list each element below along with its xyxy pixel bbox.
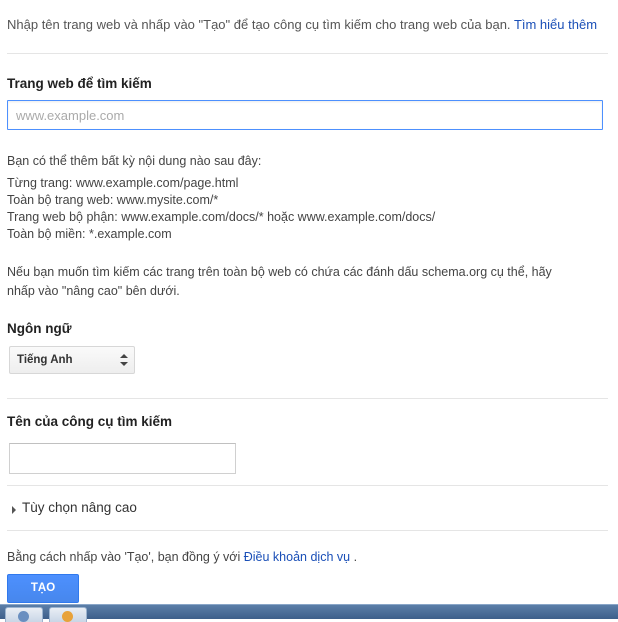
terms-suffix: . [353,550,358,564]
create-button[interactable]: TẠO [7,574,79,603]
help-line-page: Từng trang: www.example.com/page.html [7,176,239,190]
language-label: Ngôn ngữ [7,321,72,336]
advanced-options-toggle[interactable]: Tùy chọn nâng cao [12,500,137,515]
sites-label: Trang web để tìm kiếm [7,76,152,91]
intro-message: Nhập tên trang web và nhấp vào "Tạo" để … [7,17,511,32]
terms-of-service-link[interactable]: Điều khoản dịch vụ [244,550,350,564]
divider [7,530,608,531]
taskbar-app-button[interactable] [5,607,43,622]
triangle-right-icon [12,505,16,514]
taskbar-app-button[interactable] [49,607,87,622]
schema-note-line-1: Nếu bạn muốn tìm kiếm các trang trên toà… [7,265,552,279]
divider [7,53,608,54]
app-icon [18,611,29,622]
intro-text: Nhập tên trang web và nhấp vào "Tạo" để … [7,17,597,32]
terms-prefix: Bằng cách nhấp vào 'Tạo', bạn đồng ý với [7,550,241,564]
sites-input[interactable] [7,100,603,130]
help-line-section: Trang web bộ phận: www.example.com/docs/… [7,210,436,224]
terms-text: Bằng cách nhấp vào 'Tạo', bạn đồng ý với… [7,550,357,564]
engine-name-label: Tên của công cụ tìm kiếm [7,414,173,429]
language-select[interactable]: Tiếng Anh [9,346,135,374]
schema-note-line-2: nhấp vào "nâng cao" bên dưới. [7,284,180,298]
language-selected-value: Tiếng Anh [17,354,73,366]
engine-name-input[interactable] [9,443,236,474]
learn-more-link[interactable]: Tìm hiểu thêm [514,17,597,32]
os-taskbar [0,604,618,622]
help-intro: Bạn có thể thêm bất kỳ nội dung nào sau … [7,154,262,168]
divider [7,398,608,399]
updown-arrows-icon [120,354,128,366]
app-icon [62,611,73,622]
help-line-site: Toàn bộ trang web: www.mysite.com/* [7,193,219,207]
divider [7,485,608,486]
help-line-domain: Toàn bộ miền: *.example.com [7,227,172,241]
advanced-options-label: Tùy chọn nâng cao [22,500,137,515]
